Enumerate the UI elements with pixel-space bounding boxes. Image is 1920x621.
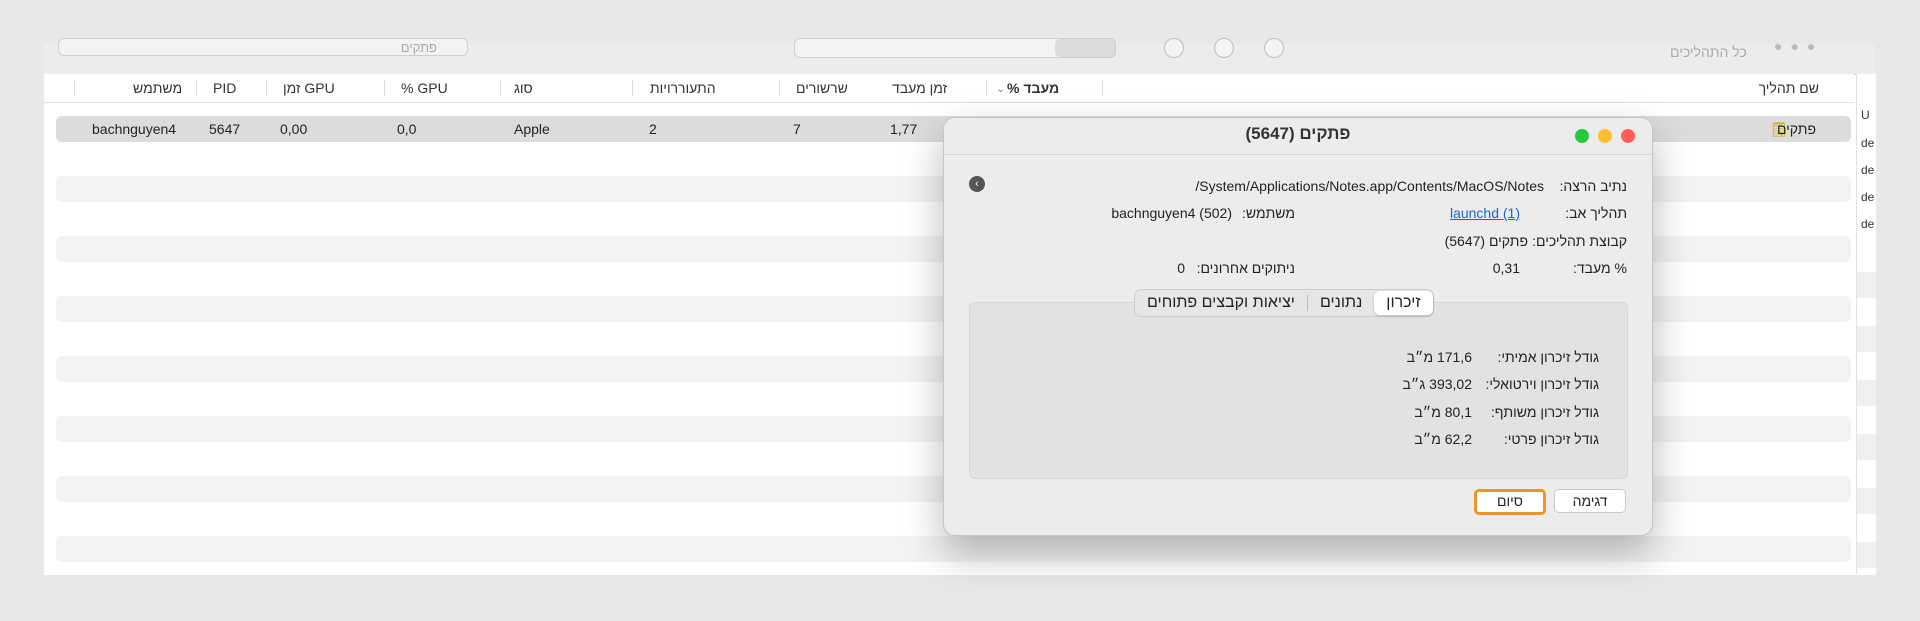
dialog-titlebar: פתקים (5647): [944, 118, 1652, 155]
parent-label: תהליך אב:: [1565, 205, 1627, 221]
private-memory-value: 62,2 מ״ב: [1414, 431, 1472, 447]
tab-segment-control[interactable]: [794, 38, 1116, 58]
table-row: [56, 536, 1851, 562]
row-threads: 7: [793, 121, 801, 137]
process-group-label: קבוצת תהליכים:: [1532, 233, 1627, 249]
recent-hangs-value: 0: [1177, 260, 1185, 276]
column-pid[interactable]: PID: [213, 80, 236, 96]
column-gpu-pct[interactable]: % GPU: [401, 80, 448, 96]
close-button[interactable]: [1621, 129, 1635, 143]
tab-open-files-ports[interactable]: יציאות וקבצים פתוחים: [1135, 291, 1307, 315]
stop-process-icon[interactable]: [1164, 38, 1184, 58]
row-cpu-time: 1,77: [890, 121, 918, 137]
recent-hangs-label: ניתוקים אחרונים:: [1196, 260, 1295, 276]
shared-memory-label: גודל זיכרון משותף:: [1490, 404, 1599, 420]
real-memory-value: 171,6 מ״ב: [1406, 349, 1472, 365]
process-group-value: פתקים (5647): [1444, 233, 1528, 249]
cpu-label: % מעבד:: [1573, 260, 1627, 276]
strip-text: de: [1861, 190, 1875, 204]
exec-path-label: נתיב הרצה:: [1559, 178, 1627, 194]
virtual-memory-label: גודל זיכרון וירטואלי:: [1485, 376, 1599, 392]
sort-chevron-icon[interactable]: ⌄: [996, 82, 1005, 95]
virtual-memory-value: 393,02 ג״ב: [1402, 376, 1472, 392]
strip-text: de: [1861, 136, 1875, 150]
row-user: bachnguyen4: [92, 121, 177, 137]
row-gpu-time: 0,00: [280, 121, 308, 137]
search-input[interactable]: פתקים: [401, 40, 437, 55]
shared-memory-value: 80,1 מ״ב: [1414, 404, 1472, 420]
more-options-icon[interactable]: [1264, 38, 1284, 58]
exec-path-value: /System/Applications/Notes.app/Contents/…: [1195, 178, 1544, 194]
sample-button[interactable]: דגימה: [1554, 489, 1626, 513]
row-wakeups: 2: [649, 121, 657, 137]
minimize-button[interactable]: [1598, 129, 1612, 143]
info-icon[interactable]: [1214, 38, 1234, 58]
column-threads[interactable]: שרשורים: [796, 80, 848, 96]
real-memory-label: גודל זיכרון אמיתי:: [1497, 349, 1599, 365]
tab-memory[interactable]: זיכרון: [1374, 291, 1433, 315]
column-kind[interactable]: סוג: [514, 80, 533, 96]
column-header: שם תהליך % מעבד ⌄ זמן מעבד שרשורים התעור…: [44, 74, 1854, 103]
window-title: כל התהליכים: [1670, 44, 1747, 60]
search-field[interactable]: פתקים: [58, 38, 468, 56]
column-cpu-pct[interactable]: % מעבד: [1007, 80, 1059, 96]
strip-text: U: [1861, 108, 1870, 122]
tab-statistics[interactable]: נתונים: [1308, 291, 1374, 315]
column-process-name[interactable]: שם תהליך: [1759, 80, 1819, 96]
dialog-tabs: זיכרון נתונים יציאות וקבצים פתוחים: [1134, 289, 1434, 317]
cpu-value: 0,31: [1492, 260, 1520, 276]
column-wakeups[interactable]: התעוררויות: [650, 80, 716, 96]
strip-text: de: [1861, 163, 1875, 177]
dialog-title: פתקים (5647): [1245, 124, 1351, 143]
user-label: משתמש:: [1242, 205, 1295, 221]
process-info-dialog: פתקים (5647) ‹ נתיב הרצה: /System/Applic…: [943, 117, 1653, 536]
adjacent-column-strip: U de de de de: [1856, 74, 1876, 574]
done-button[interactable]: סיום: [1474, 489, 1546, 515]
column-cpu-time[interactable]: זמן מעבד: [892, 80, 947, 96]
selected-segment[interactable]: [1055, 39, 1115, 57]
row-process-name: פתקים: [1776, 121, 1816, 137]
row-kind: Apple: [514, 121, 550, 137]
parent-process-link[interactable]: launchd (1): [1450, 205, 1520, 221]
strip-text: de: [1861, 217, 1875, 231]
row-pid: 5647: [209, 121, 241, 137]
zoom-button[interactable]: [1575, 129, 1589, 143]
user-value: bachnguyen4 (502): [1111, 205, 1232, 221]
row-gpu-pct: 0,0: [397, 121, 417, 137]
window-controls-icon[interactable]: ●●●: [1774, 38, 1823, 54]
column-gpu-time[interactable]: זמן GPU: [283, 80, 335, 96]
column-user[interactable]: משתמש: [133, 80, 182, 96]
private-memory-label: גודל זיכרון פרטי:: [1503, 431, 1599, 447]
back-arrow-icon[interactable]: ‹: [969, 176, 985, 192]
toolbar: פתקים כל התהליכים ●●●: [44, 38, 1875, 75]
